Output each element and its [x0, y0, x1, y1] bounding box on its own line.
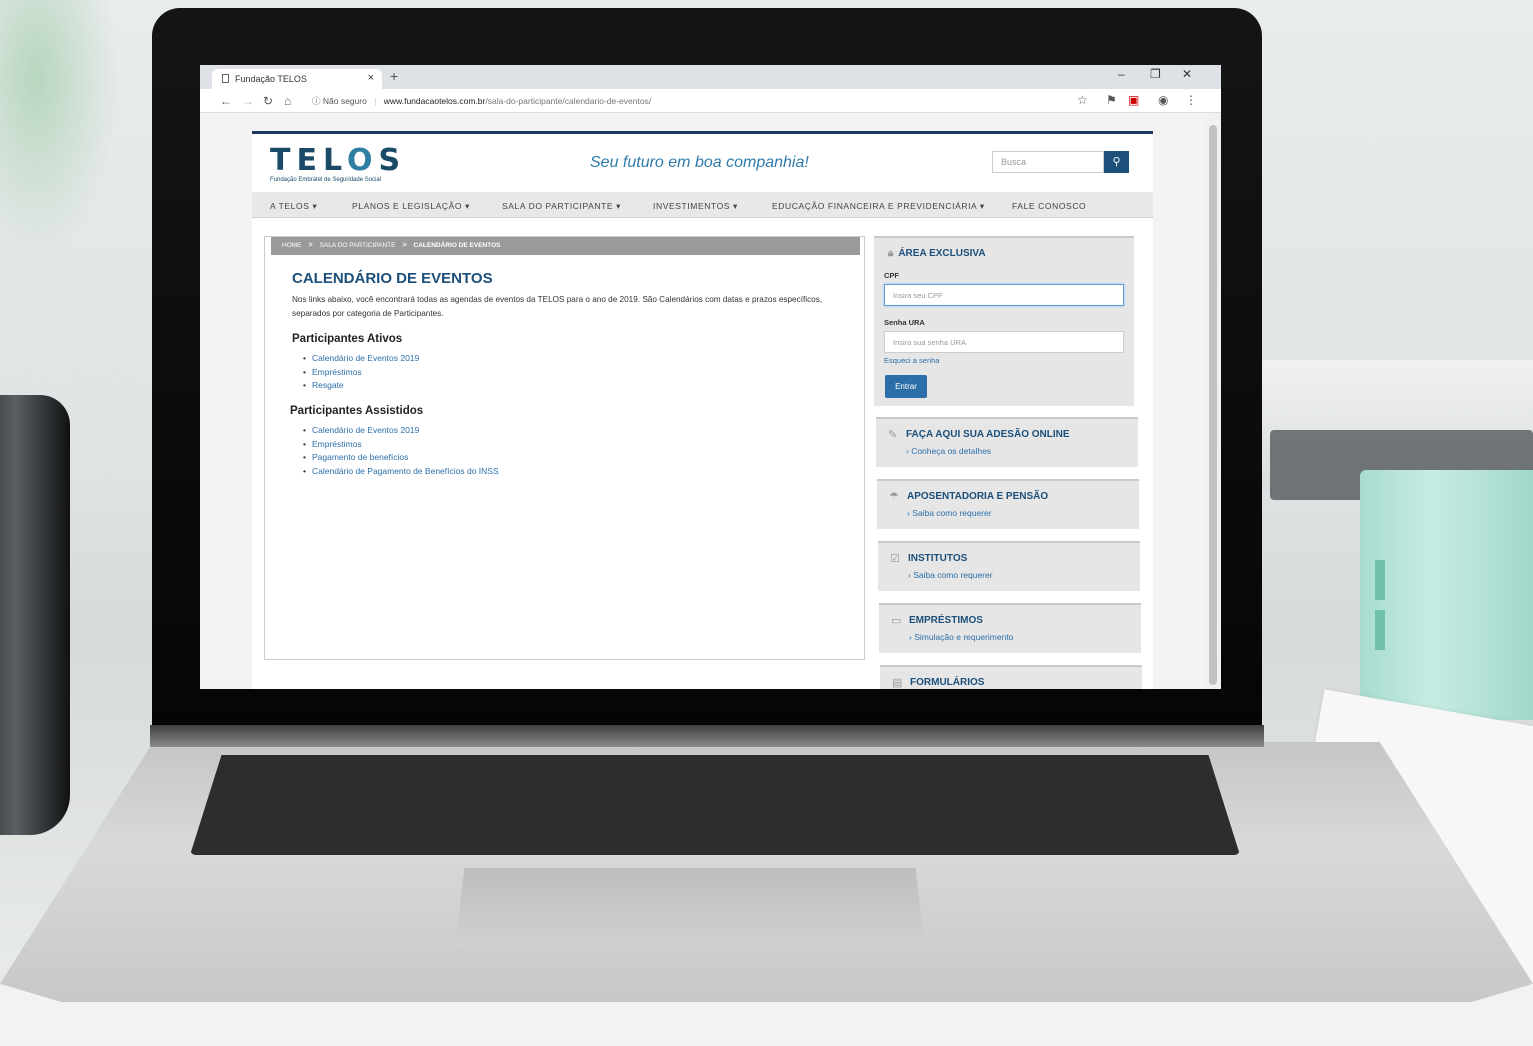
promo-institutos-link[interactable]: › Saiba como requerer	[908, 570, 993, 580]
nav-a-telos[interactable]: A TELOS ▾	[270, 201, 317, 212]
promo-aposentadoria[interactable]: ☂ APOSENTADORIA E PENSÃO › Saiba como re…	[877, 479, 1139, 529]
new-tab-icon[interactable]: +	[390, 68, 398, 84]
nav-educacao[interactable]: EDUCAÇÃO FINANCEIRA E PREVIDENCIÁRIA ▾	[772, 201, 985, 212]
breadcrumb-current: CALENDÁRIO DE EVENTOS	[413, 242, 501, 249]
cpf-input[interactable]: Insira seu CPF	[884, 284, 1124, 306]
promo-emprestimos-link[interactable]: › Simulação e requerimento	[909, 632, 1013, 642]
section-heading-ativos: Participantes Ativos	[292, 333, 403, 345]
window-close-icon[interactable]: ✕	[1182, 67, 1192, 81]
logo-wordmark: TELOS	[270, 143, 407, 178]
browser-tabbar: Fundação TELOS × + – ❐ ✕	[200, 65, 1221, 89]
breadcrumb-sala[interactable]: SALA DO PARTICIPANTE	[320, 242, 396, 249]
browser-tab[interactable]: Fundação TELOS ×	[212, 69, 382, 89]
laptop-keyboard	[190, 755, 1240, 855]
site-tagline: Seu futuro em boa companhia!	[590, 154, 809, 171]
intro-text: Nos links abaixo, você encontrará todas …	[292, 295, 823, 318]
money-icon: ▭	[891, 615, 902, 627]
umbrella-icon: ☂	[889, 491, 899, 503]
checkbox-icon: ☑	[890, 553, 900, 565]
promo-formularios[interactable]: ▤ FORMULÁRIOS	[880, 665, 1142, 689]
link-emprestimos-ativos[interactable]: Empréstimos	[303, 366, 419, 380]
promo-aposentadoria-link[interactable]: › Saiba como requerer	[907, 508, 992, 518]
promo-institutos[interactable]: ☑ INSTITUTOS › Saiba como requerer	[878, 541, 1140, 591]
menu-dots-icon[interactable]: ⋮	[1185, 93, 1197, 107]
address-bar: ← → ↻ ⌂ ⓘ Não seguro | www.fundacaotelos…	[200, 89, 1221, 113]
promo-adesao[interactable]: ✎ FAÇA AQUI SUA ADESÃO ONLINE › Conheça …	[876, 417, 1138, 467]
url-field[interactable]: ⓘ Não seguro | www.fundacaotelos.com.br/…	[312, 95, 651, 107]
nav-planos[interactable]: PLANOS E LEGISLAÇÃO ▾	[352, 201, 470, 212]
lock-icon: 🔒︎	[888, 248, 894, 259]
promo-adesao-title: FAÇA AQUI SUA ADESÃO ONLINE	[906, 429, 1070, 440]
url-path: /sala-do-participante/calendario-de-even…	[485, 96, 652, 106]
laptop-hinge	[150, 725, 1264, 747]
link-calendario-ativos[interactable]: Calendário de Eventos 2019	[303, 352, 419, 366]
pdf-extension-icon[interactable]: ▣	[1128, 93, 1139, 107]
nav-investimentos[interactable]: INVESTIMENTOS ▾	[653, 201, 738, 212]
login-panel: 🔒︎ ÁREA EXCLUSIVA CPF Insira seu CPF Senh…	[874, 236, 1134, 406]
promo-adesao-link[interactable]: › Conheça os detalhes	[906, 446, 991, 456]
laptop-screen: Fundação TELOS × + – ❐ ✕ ← → ↻ ⌂ ⓘ Não s…	[200, 65, 1221, 689]
login-title-text: ÁREA EXCLUSIVA	[898, 248, 986, 259]
site-container: TELOS Fundação Embratel de Seguridade So…	[252, 131, 1153, 689]
breadcrumb-separator: >	[402, 242, 407, 249]
main-nav: A TELOS ▾ PLANOS E LEGISLAÇÃO ▾ SALA DO …	[252, 192, 1153, 218]
search-input[interactable]: Busca	[992, 151, 1104, 173]
link-calendario-inss[interactable]: Calendário de Pagamento de Benefícios do…	[303, 465, 499, 479]
promo-emprestimos-title: EMPRÉSTIMOS	[909, 615, 983, 626]
minimize-icon[interactable]: –	[1118, 67, 1125, 81]
promo-aposentadoria-title: APOSENTADORIA E PENSÃO	[907, 491, 1049, 502]
home-icon[interactable]: ⌂	[284, 94, 291, 108]
speaker-slot	[1375, 560, 1385, 600]
breadcrumb-separator: >	[308, 242, 313, 249]
security-indicator[interactable]: ⓘ Não seguro	[312, 96, 367, 106]
back-icon[interactable]: ←	[220, 94, 232, 108]
main-content: HOME > SALA DO PARTICIPANTE > CALENDÁRIO DE …	[264, 236, 865, 660]
login-title: 🔒︎ ÁREA EXCLUSIVA	[888, 248, 986, 259]
nav-sala-participante[interactable]: SALA DO PARTICIPANTE ▾	[502, 201, 621, 212]
telos-logo[interactable]: TELOS Fundação Embratel de Seguridade So…	[270, 143, 407, 184]
entrar-button[interactable]: Entrar	[885, 375, 927, 398]
speaker-slot	[1375, 610, 1385, 650]
document-icon: ▤	[892, 677, 903, 689]
forgot-password-link[interactable]: Esqueci a senha	[884, 356, 939, 365]
senha-label: Senha URA	[884, 318, 925, 327]
bookmark-star-icon[interactable]: ☆	[1077, 93, 1088, 107]
section-heading-assistidos: Participantes Assistidos	[290, 405, 424, 417]
breadcrumb: HOME > SALA DO PARTICIPANTE > CALENDÁRIO DE …	[271, 237, 860, 255]
assistidos-links: Calendário de Eventos 2019 Empréstimos P…	[303, 424, 499, 478]
nav-fale-conosco[interactable]: FALE CONOSCO	[1012, 201, 1086, 211]
link-calendario-assistidos[interactable]: Calendário de Eventos 2019	[303, 424, 499, 438]
background-plant-blur	[0, 0, 120, 260]
restore-icon[interactable]: ❐	[1150, 67, 1161, 81]
promo-institutos-title: INSTITUTOS	[908, 553, 968, 564]
search-button[interactable]: ⚲	[1104, 151, 1129, 173]
extension-flag-icon[interactable]: ⚑	[1106, 93, 1117, 107]
cpf-label: CPF	[884, 271, 899, 280]
promo-formularios-title: FORMULÁRIOS	[910, 677, 985, 688]
page-viewport: TELOS Fundação Embratel de Seguridade So…	[200, 113, 1205, 689]
promo-emprestimos[interactable]: ▭ EMPRÉSTIMOS › Simulação e requerimento	[879, 603, 1141, 653]
mint-speaker	[1360, 470, 1533, 720]
tab-close-icon[interactable]: ×	[368, 72, 374, 84]
ativos-links: Calendário de Eventos 2019 Empréstimos R…	[303, 352, 419, 393]
pencil-icon: ✎	[888, 429, 898, 441]
link-resgate[interactable]: Resgate	[303, 379, 419, 393]
url-host: www.fundacaotelos.com.br	[383, 96, 486, 106]
senha-input[interactable]: Insira sua senha URA	[884, 331, 1124, 353]
link-pagamento-beneficios[interactable]: Pagamento de benefícios	[303, 451, 499, 465]
breadcrumb-home[interactable]: HOME	[282, 242, 302, 249]
coffee-mug	[0, 395, 70, 835]
page-icon	[222, 74, 229, 83]
reload-icon[interactable]: ↻	[263, 94, 273, 108]
link-emprestimos-assistidos[interactable]: Empréstimos	[303, 438, 499, 452]
laptop-trackpad	[455, 868, 925, 950]
tab-title: Fundação TELOS	[235, 74, 307, 84]
page-scrollbar[interactable]	[1205, 113, 1221, 689]
page-title: CALENDÁRIO DE EVENTOS	[292, 270, 493, 287]
forward-icon[interactable]: →	[242, 94, 254, 108]
scrollbar-thumb[interactable]	[1209, 125, 1217, 685]
profile-icon[interactable]: ◉	[1158, 93, 1168, 107]
search-icon: ⚲	[1112, 156, 1121, 168]
